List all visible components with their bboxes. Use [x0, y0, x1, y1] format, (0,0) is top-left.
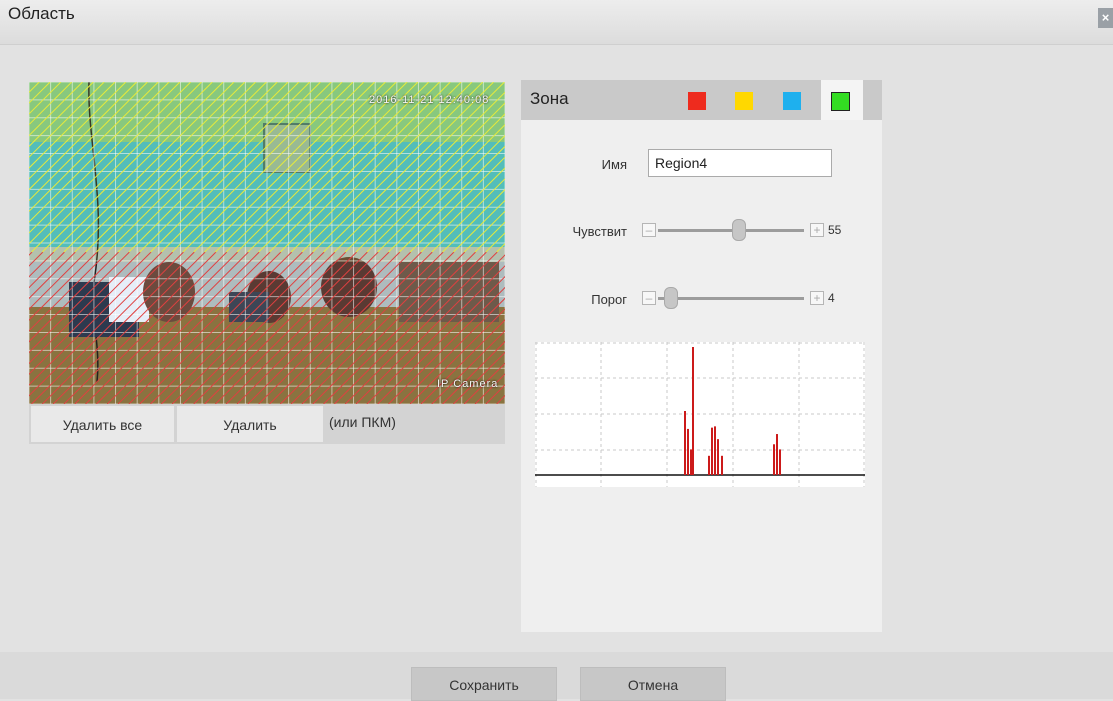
- threshold-track[interactable]: [658, 297, 804, 300]
- dialog-titlebar: Область ×: [0, 0, 1113, 45]
- cancel-button[interactable]: Отмена: [580, 667, 726, 701]
- hint-text: (или ПКМ): [329, 414, 396, 430]
- dialog-title: Область: [8, 4, 75, 23]
- save-button[interactable]: Сохранить: [411, 667, 557, 701]
- graph-bar: [776, 434, 778, 475]
- zone-title: Зона: [530, 89, 569, 108]
- motion-graph: [535, 342, 865, 487]
- delete-all-button[interactable]: Удалить все: [31, 406, 174, 442]
- threshold-value: 4: [828, 291, 835, 305]
- threshold-label: Порог: [591, 292, 627, 307]
- graph-bar: [690, 449, 692, 475]
- graph-bar: [684, 411, 686, 475]
- delete-button[interactable]: Удалить: [177, 406, 323, 442]
- graph-bar: [721, 455, 723, 475]
- graph-bar: [692, 347, 694, 475]
- sensitivity-track[interactable]: [658, 229, 804, 232]
- camera-label-overlay: IP Camera: [437, 378, 499, 390]
- zone-panel-header: Зона: [521, 80, 882, 120]
- dialog-footer: Сохранить Отмена: [0, 652, 1113, 701]
- sensitivity-slider-thumb[interactable]: [732, 219, 747, 241]
- graph-bar: [714, 426, 716, 475]
- motion-graph-svg: [535, 342, 865, 487]
- preview-image[interactable]: [29, 82, 505, 404]
- zone-panel: Зона Имя Чувствит – + 55 Порог – + 4: [521, 80, 882, 632]
- graph-bar: [708, 455, 710, 475]
- timestamp-overlay: 2016-11-21 12:40:08: [369, 94, 490, 106]
- graph-bar: [711, 427, 713, 475]
- graph-bar: [773, 444, 775, 475]
- sensitivity-plus-button[interactable]: +: [810, 223, 824, 237]
- threshold-minus-button[interactable]: –: [642, 291, 656, 305]
- close-icon[interactable]: ×: [1098, 8, 1113, 28]
- threshold-slider-thumb[interactable]: [663, 287, 678, 309]
- swatch-red[interactable]: [688, 92, 706, 110]
- graph-bar: [717, 439, 719, 475]
- swatch-blue[interactable]: [783, 92, 801, 110]
- swatch-yellow[interactable]: [735, 92, 753, 110]
- swatch-green[interactable]: [831, 92, 850, 111]
- camera-preview[interactable]: 2016-11-21 12:40:08 IP Camera: [29, 82, 505, 404]
- graph-bar: [779, 449, 781, 475]
- sensitivity-minus-button[interactable]: –: [642, 223, 656, 237]
- region-actions: Удалить все Удалить (или ПКМ): [29, 404, 505, 444]
- name-input[interactable]: [648, 149, 832, 177]
- sensitivity-value: 55: [828, 223, 842, 237]
- name-label: Имя: [601, 157, 627, 172]
- graph-bar: [687, 428, 689, 475]
- sensitivity-label: Чувствит: [572, 224, 627, 239]
- threshold-plus-button[interactable]: +: [810, 291, 824, 305]
